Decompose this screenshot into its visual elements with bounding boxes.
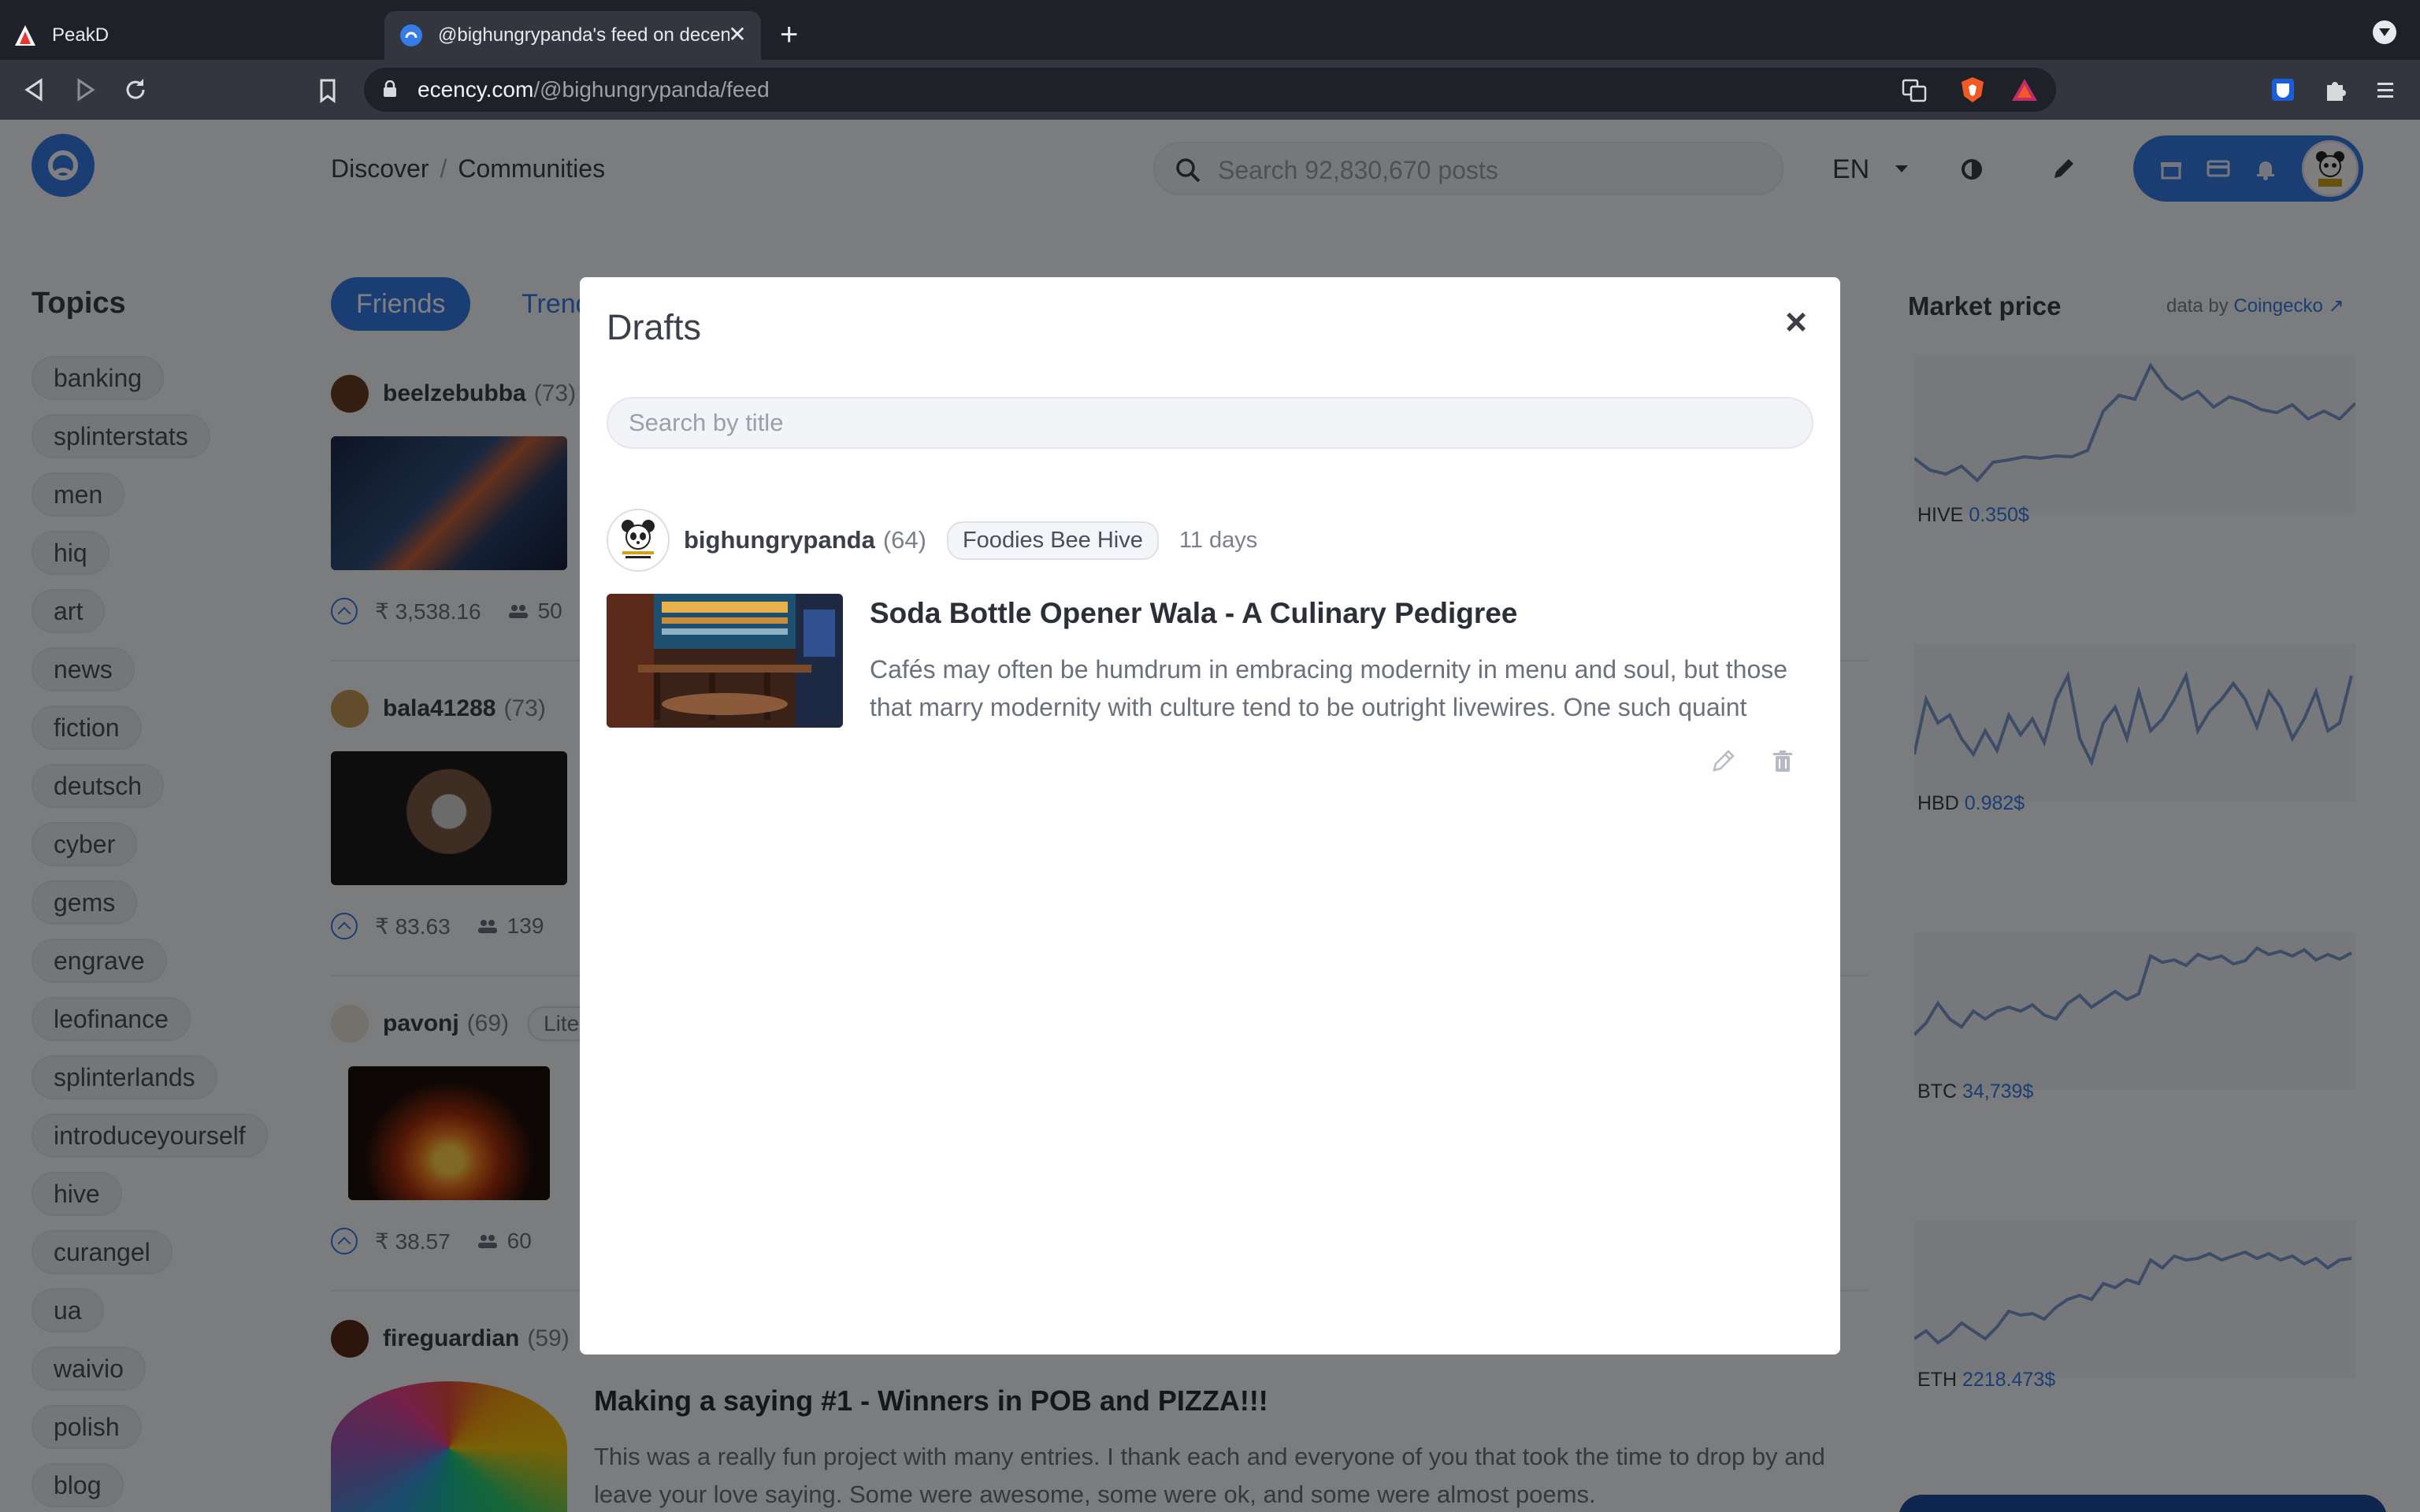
draft-search-field <box>607 397 1813 449</box>
tab-title: PeakD <box>52 24 109 46</box>
draft-age: 11 days <box>1178 527 1258 553</box>
draft-community-badge[interactable]: Foodies Bee Hive <box>946 521 1159 560</box>
browser-menu-icon[interactable] <box>2370 74 2401 106</box>
tab-title: @bighungrypanda's feed on decentralized … <box>438 24 729 46</box>
delete-trash-icon[interactable] <box>1769 748 1796 775</box>
reload-icon[interactable] <box>120 74 151 106</box>
extensions-puzzle-icon[interactable] <box>2319 74 2351 106</box>
peakd-favicon-icon <box>13 23 38 48</box>
draft-author[interactable]: bighungrypanda <box>684 526 875 554</box>
translate-icon[interactable] <box>1899 74 1930 106</box>
close-icon[interactable]: × <box>1780 304 1812 342</box>
draft-title[interactable]: Soda Bottle Opener Wala - A Culinary Ped… <box>870 597 1517 630</box>
draft-author-reputation: (64) <box>882 526 926 554</box>
browser-tab-peakd[interactable]: PeakD <box>13 11 375 60</box>
edit-pencil-icon[interactable] <box>1709 748 1736 775</box>
address-bar[interactable]: ecency.com/@bighungrypanda/feed <box>364 68 2056 112</box>
brave-shield-icon[interactable] <box>1957 74 1988 106</box>
address-toolbar: ecency.com/@bighungrypanda/feed <box>0 60 2420 120</box>
new-tab-button[interactable]: + <box>780 16 798 54</box>
bookmark-icon[interactable] <box>312 74 343 106</box>
draft-thumbnail[interactable] <box>607 594 843 728</box>
browser-tab-strip: PeakD @bighungrypanda's feed on decentra… <box>0 0 2420 60</box>
drafts-modal: Drafts × bighungrypanda (64) Foodies Bee… <box>580 277 1840 1354</box>
brave-rewards-icon[interactable] <box>2009 74 2040 106</box>
bitwarden-extension-icon[interactable] <box>2267 74 2299 106</box>
draft-search-input[interactable] <box>608 398 1812 447</box>
url-path: /@bighungrypanda/feed <box>533 77 770 102</box>
tab-search-menu-icon[interactable] <box>2373 20 2396 44</box>
modal-title: Drafts <box>607 307 702 347</box>
draft-header: bighungrypanda (64) Foodies Bee Hive 11 … <box>607 509 1257 572</box>
draft-author-avatar[interactable] <box>607 509 670 572</box>
back-icon[interactable] <box>19 74 50 106</box>
url-text: ecency.com/@bighungrypanda/feed <box>418 77 770 102</box>
url-host: ecency.com <box>418 77 534 102</box>
browser-tab-ecency[interactable]: @bighungrypanda's feed on decentralized … <box>384 11 761 60</box>
lock-icon <box>384 80 396 97</box>
draft-summary[interactable]: Cafés may often be humdrum in embracing … <box>870 650 1815 726</box>
forward-icon[interactable] <box>69 74 101 106</box>
close-tab-icon[interactable]: ✕ <box>725 22 750 47</box>
ecency-favicon-icon <box>399 23 424 48</box>
